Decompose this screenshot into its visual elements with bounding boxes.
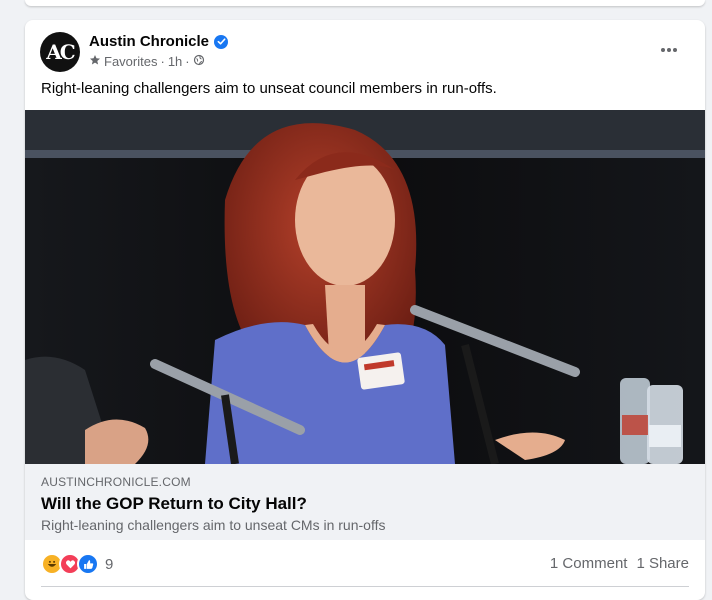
post-caption: Right-leaning challengers aim to unseat …: [41, 80, 497, 97]
link-description: Right-leaning challengers aim to unseat …: [41, 517, 386, 533]
post-meta: Favorites · 1h ·: [89, 54, 205, 69]
meta-separator: ·: [160, 54, 165, 69]
globe-icon: [193, 54, 205, 69]
link-title[interactable]: Will the GOP Return to City Hall?: [41, 494, 307, 514]
more-options-icon: [661, 48, 677, 52]
page-name-link[interactable]: Austin Chronicle: [89, 33, 209, 50]
like-icon: [77, 553, 99, 575]
post-time[interactable]: 1h: [168, 54, 182, 69]
comment-count-link[interactable]: 1 Comment: [550, 555, 628, 572]
engagement-counts: 1 Comment 1 Share: [550, 555, 689, 572]
link-domain: AUSTINCHRONICLE.COM: [41, 475, 191, 489]
link-preview-box[interactable]: AUSTINCHRONICLE.COM Will the GOP Return …: [25, 464, 705, 540]
link-preview-image[interactable]: [25, 110, 705, 464]
star-icon: [89, 54, 101, 69]
post-stats: 9 1 Comment 1 Share: [41, 549, 689, 579]
page-avatar[interactable]: AC: [40, 32, 80, 72]
post-card: AC Austin Chronicle Favorites · 1h · Rig…: [25, 20, 705, 600]
meta-separator: ·: [185, 54, 190, 69]
share-count-link[interactable]: 1 Share: [636, 555, 689, 572]
reaction-count: 9: [105, 555, 114, 573]
reactions-summary[interactable]: 9: [41, 553, 113, 575]
action-divider: [41, 586, 689, 587]
verified-badge-icon: [214, 34, 229, 49]
page-name-row: Austin Chronicle: [89, 33, 229, 50]
previous-post-card: [25, 0, 705, 6]
avatar-text: AC: [46, 40, 75, 64]
more-options-button[interactable]: [651, 36, 687, 64]
post-header: AC Austin Chronicle Favorites · 1h ·: [40, 32, 693, 74]
audience-label[interactable]: Favorites: [104, 54, 157, 69]
